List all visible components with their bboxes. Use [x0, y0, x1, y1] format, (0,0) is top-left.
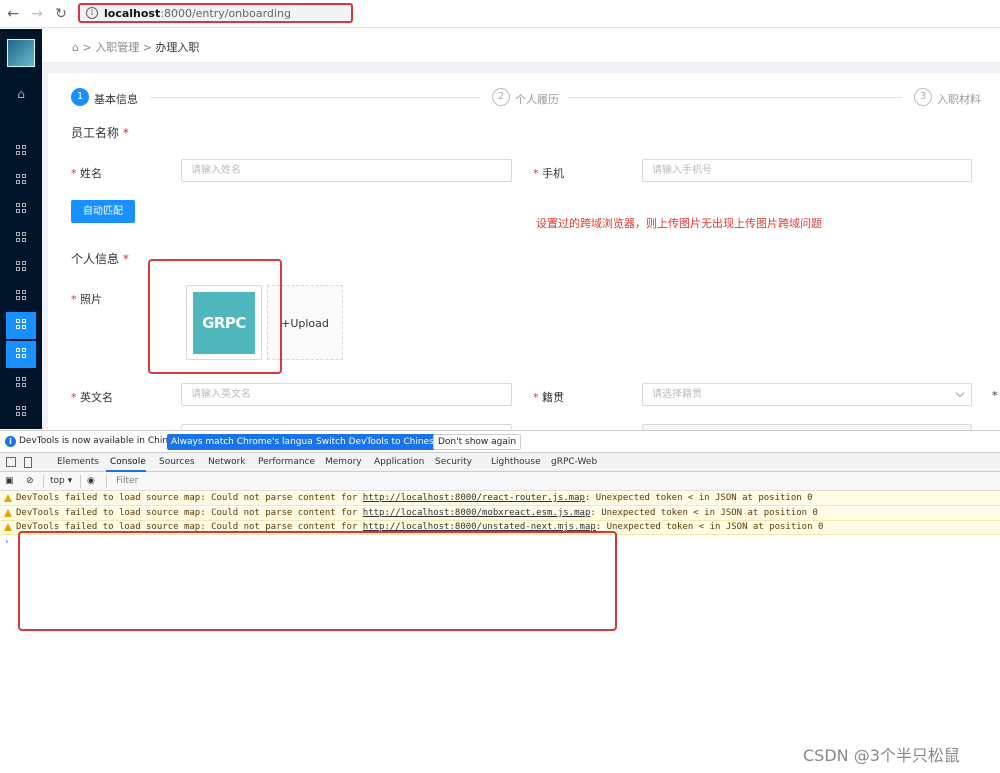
menu-grid-icon[interactable]	[6, 341, 36, 368]
highlight-box-photo	[148, 259, 282, 374]
devtools-tab-console[interactable]: Console	[110, 457, 146, 467]
menu-grid-icon[interactable]	[6, 225, 36, 252]
native-place-select[interactable]: 请选择籍贯	[642, 383, 972, 406]
step-divider	[568, 97, 902, 98]
breadcrumb: ⌂ > 入职管理 > 办理入职	[72, 41, 200, 54]
divider	[106, 475, 107, 488]
devtools-tab-bar: Elements Console Sources Network Performance…	[0, 452, 1000, 472]
sidebar-toggle-icon[interactable]: ▣	[5, 476, 14, 486]
app-sidebar: ⌂	[0, 29, 42, 429]
forward-arrow-icon[interactable]: →	[28, 5, 46, 23]
menu-grid-icon[interactable]	[6, 167, 36, 194]
menu-grid-icon[interactable]	[6, 138, 36, 165]
menu-grid-icon[interactable]	[6, 370, 36, 397]
home-icon[interactable]: ⌂	[72, 41, 79, 54]
photo-label: * 照片	[71, 293, 102, 306]
menu-grid-icon[interactable]	[6, 254, 36, 281]
highlight-box-console	[18, 531, 617, 631]
home-icon[interactable]: ⌂	[6, 81, 36, 108]
eye-icon[interactable]: ◉	[87, 476, 95, 486]
warning-icon	[4, 494, 12, 502]
devtools-tab-memory[interactable]: Memory	[325, 457, 362, 467]
url-text: localhost:8000/entry/onboarding	[104, 7, 291, 20]
form-card	[48, 73, 1000, 429]
console-prompt[interactable]: ›	[5, 537, 9, 547]
app-logo[interactable]	[7, 39, 35, 67]
source-map-link[interactable]: http://localhost:8000/react-router.js.ma…	[363, 493, 585, 503]
devtools-tab-sources[interactable]: Sources	[159, 457, 195, 467]
native-place-label: * 籍贯	[533, 391, 564, 404]
reload-icon[interactable]: ↻	[52, 5, 70, 23]
annotation-text: 设置过的跨域浏览器，则上传图片无出现上传图片跨域问题	[536, 217, 822, 230]
divider	[80, 475, 81, 488]
breadcrumb-onboarding-management[interactable]: 入职管理	[95, 41, 139, 54]
phone-label: * 手机	[533, 167, 564, 180]
devtools-tab-lighthouse[interactable]: Lighthouse	[491, 457, 541, 467]
divider	[43, 475, 44, 488]
warning-icon	[4, 509, 12, 517]
device-toolbar-icon[interactable]	[24, 457, 32, 468]
source-map-link[interactable]: http://localhost:8000/mobxreact.esm.js.m…	[363, 508, 591, 518]
breadcrumb-current: 办理入职	[155, 41, 200, 54]
step-divider	[150, 97, 480, 98]
name-input[interactable]: 请输入姓名	[181, 159, 512, 182]
devtools-tab-network[interactable]: Network	[208, 457, 246, 467]
context-selector[interactable]: top ▾	[50, 476, 72, 486]
step-1-indicator[interactable]: 1	[71, 88, 89, 106]
address-bar[interactable]: i localhost:8000/entry/onboarding	[78, 3, 353, 23]
step-1-label[interactable]: 基本信息	[94, 91, 138, 107]
match-language-button[interactable]: Always match Chrome's language	[167, 434, 328, 450]
step-2-label[interactable]: 个人履历	[515, 91, 559, 107]
menu-grid-icon[interactable]	[6, 283, 36, 310]
inspect-element-icon[interactable]	[6, 457, 16, 467]
devtools-tab-grpc-web[interactable]: gRPC-Web	[551, 457, 597, 467]
warning-icon	[4, 523, 12, 531]
app-header: ⌂ > 入职管理 > 办理入职	[42, 29, 1000, 63]
menu-grid-icon[interactable]	[6, 312, 36, 339]
console-warning-row: DevTools failed to load source map: Coul…	[0, 492, 1000, 506]
phone-input[interactable]: 请输入手机号	[642, 159, 972, 182]
browser-toolbar: ← → ↻ i localhost:8000/entry/onboarding	[0, 0, 1000, 28]
info-icon: i	[5, 436, 16, 447]
info-icon[interactable]: i	[86, 7, 98, 19]
english-name-label: * 英文名	[71, 391, 113, 404]
clear-console-icon[interactable]: ⊘	[26, 476, 34, 486]
auto-match-button[interactable]: 自动匹配	[71, 200, 135, 223]
devtools-tab-elements[interactable]: Elements	[57, 457, 99, 467]
watermark: CSDN @3个半只松鼠	[803, 746, 960, 765]
switch-chinese-button[interactable]: Switch DevTools to Chinese	[312, 434, 444, 450]
menu-grid-icon[interactable]	[6, 196, 36, 223]
name-label: * 姓名	[71, 167, 102, 180]
english-name-input[interactable]: 请输入英文名	[181, 383, 512, 406]
required-mark: *	[992, 389, 998, 402]
menu-grid-icon[interactable]	[6, 399, 36, 426]
console-toolbar: ▣ ⊘ top ▾ ◉ Filter	[0, 472, 1000, 491]
devtools-tab-application[interactable]: Application	[374, 457, 424, 467]
console-warning-row: DevTools failed to load source map: Coul…	[0, 507, 1000, 521]
section-employee-name: 员工名称 *	[71, 126, 129, 140]
step-3-label[interactable]: 入职材料	[937, 91, 981, 107]
devtools-tab-security[interactable]: Security	[435, 457, 472, 467]
chevron-down-icon	[955, 388, 965, 398]
devtools-language-banner: i DevTools is now available in Chinese! …	[0, 430, 1000, 452]
step-2-indicator[interactable]: 2	[492, 88, 510, 106]
back-arrow-icon[interactable]: ←	[4, 5, 22, 23]
dont-show-again-button[interactable]: Don't show again	[433, 434, 522, 450]
devtools-tab-performance[interactable]: Performance	[258, 457, 315, 467]
filter-input[interactable]: Filter	[116, 476, 138, 486]
section-personal-info: 个人信息 *	[71, 252, 129, 266]
step-3-indicator[interactable]: 3	[914, 88, 932, 106]
